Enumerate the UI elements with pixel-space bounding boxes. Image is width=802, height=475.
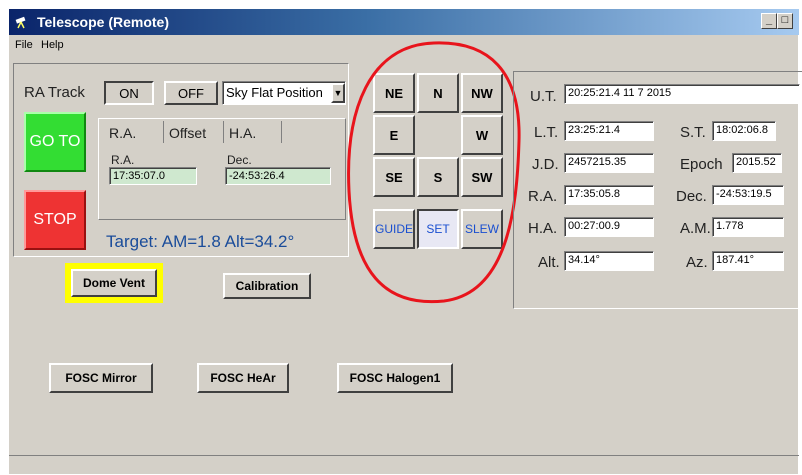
chevron-down-icon[interactable]: ▼: [331, 83, 345, 103]
coords-panel: R.A. Offset H.A. R.A. 17:35:07.0 Dec. -2…: [98, 118, 346, 220]
telescope-window: Telescope (Remote) _ □ File Help RA Trac…: [8, 8, 802, 475]
sw-button[interactable]: SW: [461, 157, 503, 197]
menu-help[interactable]: Help: [41, 39, 64, 51]
menu-bar: File Help: [9, 35, 799, 55]
tab-offset[interactable]: Offset: [169, 125, 206, 141]
ra-label: R.A.: [528, 188, 558, 205]
e-button[interactable]: E: [373, 115, 415, 155]
title-bar: Telescope (Remote) _ □: [9, 9, 799, 35]
ne-button[interactable]: NE: [373, 73, 415, 113]
menu-file[interactable]: File: [15, 39, 33, 51]
lt-label: L.T.: [534, 124, 559, 141]
position-select-value: Sky Flat Position: [226, 85, 323, 100]
epoch-label: Epoch: [680, 156, 723, 173]
az-label: Az.: [686, 254, 708, 271]
goto-label: GO TO: [29, 133, 81, 150]
tab-divider: [281, 121, 282, 143]
tab-divider: [163, 121, 164, 143]
w-button[interactable]: W: [461, 115, 503, 155]
tracking-panel: RA Track ON OFF Sky Flat Position ▼ GO T…: [13, 63, 349, 257]
alt-field: 34.14°: [564, 251, 654, 271]
ut-field: 20:25:21.4 11 7 2015: [564, 84, 800, 104]
target-info: Target: AM=1.8 Alt=34.2°: [106, 232, 295, 251]
guide-mode-button[interactable]: GUIDE: [373, 209, 415, 249]
alt-label: Alt.: [538, 254, 560, 271]
s-button[interactable]: S: [417, 157, 459, 197]
stop-button[interactable]: STOP: [24, 190, 86, 250]
status-info-panel: U.T. 20:25:21.4 11 7 2015 L.T. 23:25:21.…: [513, 71, 802, 309]
coord-dec-field[interactable]: -24:53:26.4: [225, 167, 331, 185]
fosc-halogen-button[interactable]: FOSC Halogen1: [337, 363, 453, 393]
coord-dec-label: Dec.: [227, 153, 252, 167]
stop-label: STOP: [33, 211, 77, 228]
ra-track-off-button[interactable]: OFF: [164, 81, 218, 105]
ha-field: 00:27:00.9: [564, 217, 654, 237]
telescope-app-icon: [15, 16, 26, 29]
se-button[interactable]: SE: [373, 157, 415, 197]
nw-button[interactable]: NW: [461, 73, 503, 113]
jd-field: 2457215.35: [564, 153, 654, 173]
coord-ra-label: R.A.: [111, 153, 135, 167]
dec-label: Dec.: [676, 188, 707, 205]
status-bar: [9, 455, 799, 475]
am-field: 1.778: [712, 217, 784, 237]
n-button[interactable]: N: [417, 73, 459, 113]
minimize-button[interactable]: _: [761, 13, 777, 29]
fosc-hear-button[interactable]: FOSC HeAr: [197, 363, 289, 393]
dec-field: -24:53:19.5: [712, 185, 784, 205]
ra-field: 17:35:05.8: [564, 185, 654, 205]
window-title: Telescope (Remote): [37, 14, 169, 30]
epoch-field: 2015.52: [732, 153, 782, 173]
am-label: A.M.: [680, 220, 711, 237]
st-label: S.T.: [680, 124, 706, 141]
slew-mode-button[interactable]: SLEW: [461, 209, 503, 249]
ha-label: H.A.: [528, 220, 558, 237]
st-field: 18:02:06.8: [712, 121, 776, 141]
set-mode-button[interactable]: SET: [417, 209, 459, 249]
goto-button[interactable]: GO TO: [24, 112, 86, 172]
az-field: 187.41°: [712, 251, 784, 271]
tab-ra[interactable]: R.A.: [109, 125, 136, 141]
tab-ha[interactable]: H.A.: [229, 125, 256, 141]
tab-divider: [223, 121, 224, 143]
ra-track-label: RA Track: [24, 84, 85, 101]
coord-ra-field[interactable]: 17:35:07.0: [109, 167, 197, 185]
ut-label: U.T.: [530, 88, 557, 105]
maximize-button[interactable]: □: [777, 13, 793, 29]
dome-vent-button[interactable]: Dome Vent: [71, 269, 157, 297]
fosc-mirror-button[interactable]: FOSC Mirror: [49, 363, 153, 393]
jd-label: J.D.: [532, 156, 559, 173]
lt-field: 23:25:21.4: [564, 121, 654, 141]
calibration-button[interactable]: Calibration: [223, 273, 311, 299]
ra-track-on-button[interactable]: ON: [104, 81, 154, 105]
position-select[interactable]: Sky Flat Position: [222, 81, 346, 105]
